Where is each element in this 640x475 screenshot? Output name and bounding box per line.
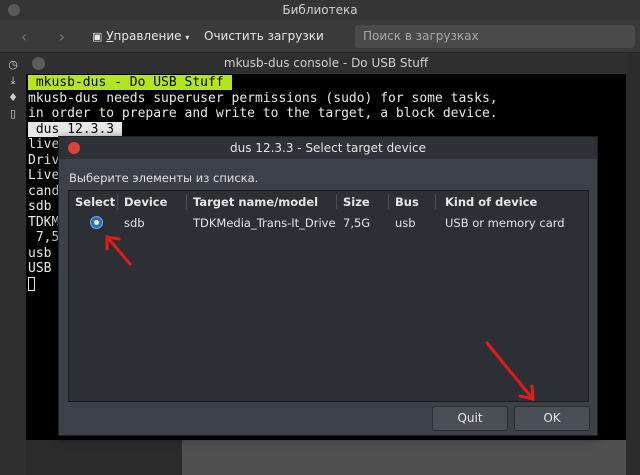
arrow-to-radio — [105, 235, 132, 266]
annotation-arrows — [105, 235, 535, 401]
arrow-to-ok — [485, 341, 535, 401]
